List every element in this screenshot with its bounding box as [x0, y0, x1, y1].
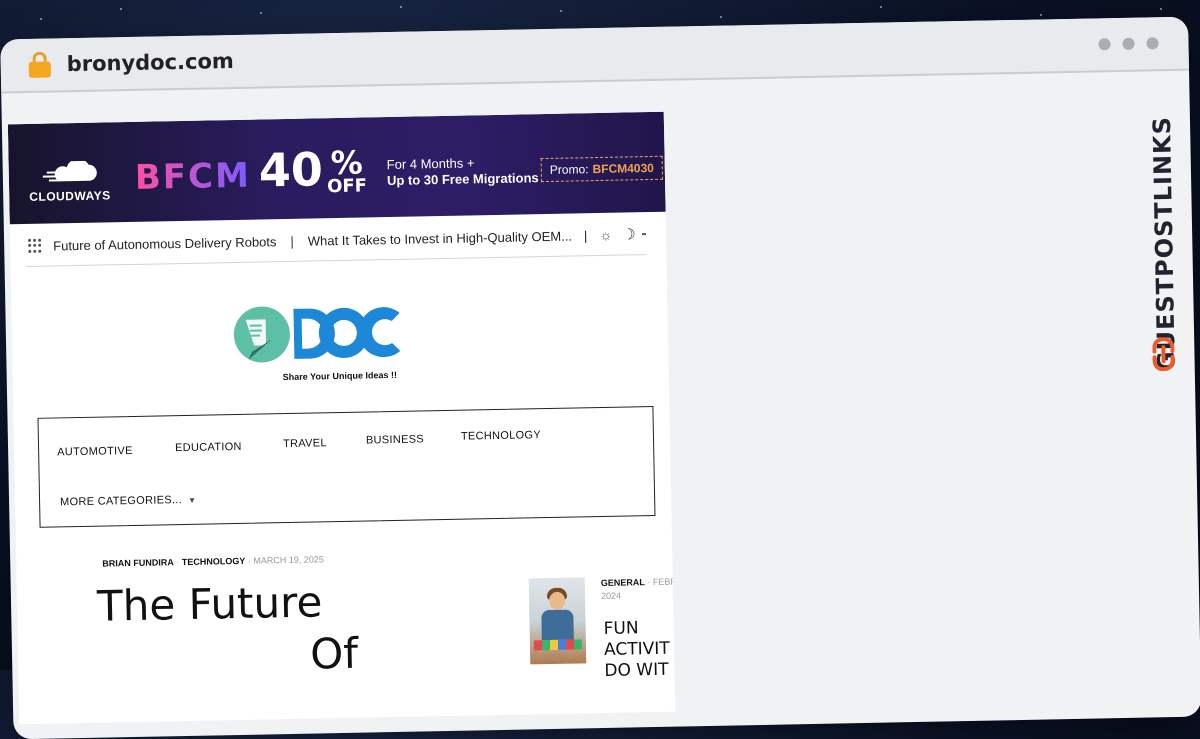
offer-text: For 4 Months + Up to 30 Free Migrations: [387, 154, 539, 189]
sidebar-post-category[interactable]: GENERAL: [601, 577, 645, 588]
url-text[interactable]: bronydoc.com: [66, 49, 234, 76]
featured-post-title[interactable]: The Future Of: [97, 576, 359, 685]
address-bar[interactable]: bronydoc.com: [0, 17, 1189, 94]
category-nav: AUTOMOTIVE EDUCATION TRAVEL BUSINESS TEC…: [37, 406, 655, 528]
cloudways-cloud-icon: [29, 160, 119, 186]
off-label: OFF: [327, 175, 367, 197]
website-viewport: CLOUDWAYS BFCM 40 % OFF For 4 Months + U…: [8, 112, 675, 724]
sidebar-post-thumbnail[interactable]: [529, 577, 587, 664]
nav-item-education[interactable]: EDUCATION: [175, 441, 242, 454]
promo-code-badge[interactable]: Promo:BFCM4030: [541, 156, 663, 182]
ticker-separator: |: [584, 228, 588, 243]
browser-window: bronydoc.com GUESTPOSTLINKS: [0, 17, 1200, 739]
menu-dot-icon: [1098, 38, 1110, 50]
moon-icon[interactable]: ☽: [622, 225, 636, 243]
doc-site-logo[interactable]: [231, 297, 402, 370]
sidebar-post-meta: GENERAL · FEBR 2024: [601, 575, 676, 603]
ticker-item-1[interactable]: Future of Autonomous Delivery Robots: [53, 234, 277, 253]
bfcm-campaign: BFCM: [135, 156, 252, 198]
discount-value: 40: [258, 142, 323, 197]
guestpostlinks-watermark: GUESTPOSTLINKS: [1139, 87, 1185, 388]
cloudways-ad-banner[interactable]: CLOUDWAYS BFCM 40 % OFF For 4 Months + U…: [8, 112, 666, 225]
ticker-separator: |: [290, 233, 294, 248]
nav-item-automotive[interactable]: AUTOMOTIVE: [57, 445, 133, 458]
nav-item-business[interactable]: BUSINESS: [366, 433, 424, 446]
nav-more-categories[interactable]: MORE CATEGORIES...▼: [60, 494, 196, 509]
watermark-text: GUESTPOSTLINKS: [1147, 91, 1180, 371]
caret-down-icon: ▼: [188, 496, 196, 505]
cloudways-brand: CLOUDWAYS: [29, 188, 111, 204]
post-date: MARCH 19, 2025: [253, 554, 324, 565]
grid-menu-icon[interactable]: [28, 239, 41, 253]
menu-dot-icon: [1146, 37, 1158, 49]
nav-item-technology[interactable]: TECHNOLOGY: [461, 429, 541, 443]
lock-icon: [28, 51, 50, 77]
menu-dot-icon: [1122, 38, 1134, 50]
link-chain-icon: [1152, 337, 1175, 371]
ticker-item-2[interactable]: What It Takes to Invest in High-Quality …: [308, 228, 572, 248]
post-author[interactable]: BRIAN FUNDIRA: [102, 557, 174, 568]
post-meta: BRIAN FUNDIRA · TECHNOLOGY · MARCH 19, 2…: [102, 554, 324, 568]
site-tagline: Share Your Unique Ideas !!: [283, 370, 397, 382]
window-menu-dots[interactable]: [1098, 37, 1158, 50]
sun-icon[interactable]: ☼: [599, 227, 612, 243]
nav-item-travel[interactable]: TRAVEL: [283, 437, 327, 450]
sidebar-post-title[interactable]: FUN ACTIVIT DO WIT: [603, 617, 675, 682]
post-category[interactable]: TECHNOLOGY: [182, 556, 246, 567]
minus-icon[interactable]: [642, 233, 646, 235]
